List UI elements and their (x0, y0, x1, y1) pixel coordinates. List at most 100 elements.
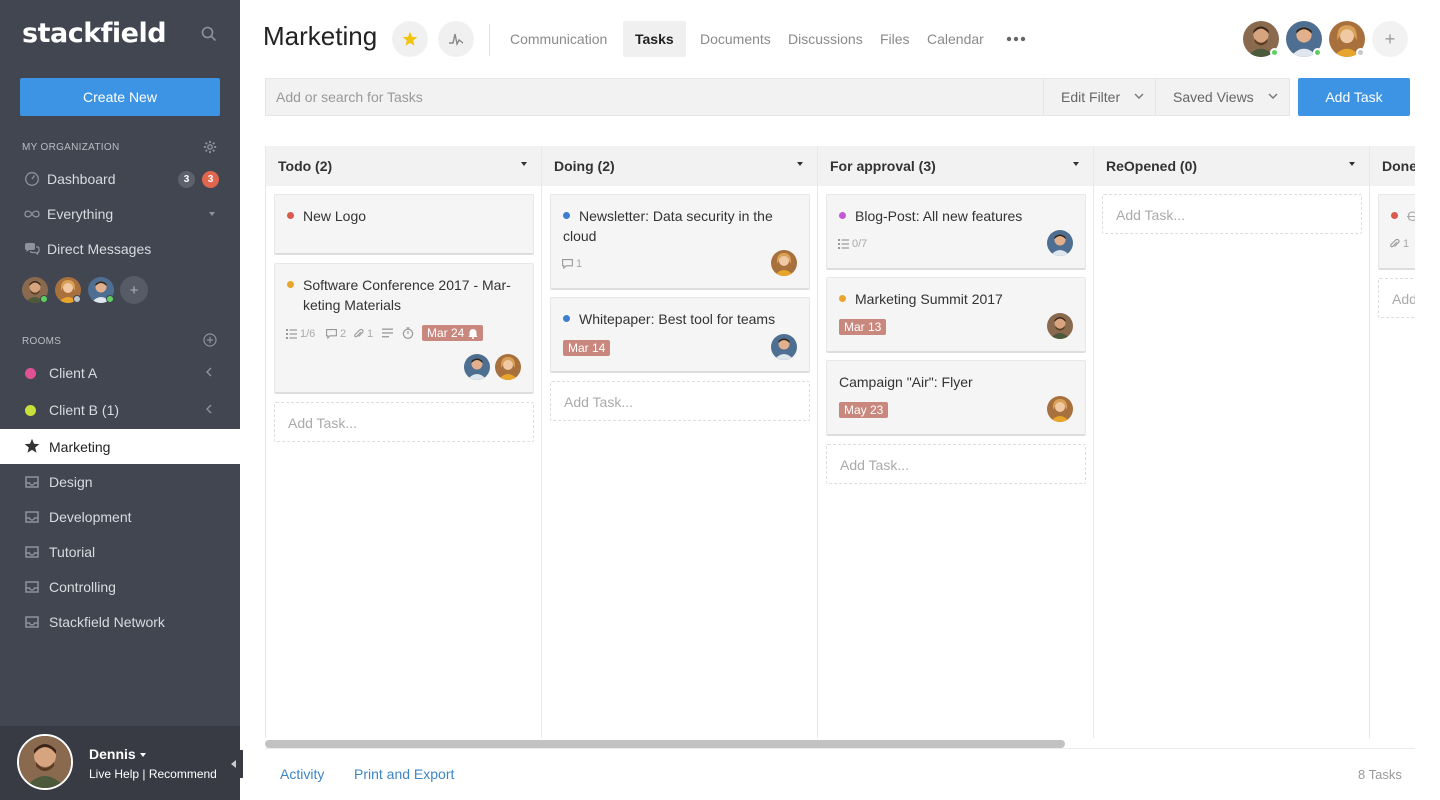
column-menu-icon[interactable] (1073, 162, 1079, 166)
task-card[interactable]: Software Conference 2017 - Mar-keting Ma… (274, 263, 534, 394)
comments-count: 1 (562, 258, 582, 270)
sidebar-item-development[interactable]: Development (0, 499, 240, 534)
sidebar-item-direct-messages[interactable]: Direct Messages (0, 231, 240, 266)
star-icon (402, 31, 418, 46)
add-task-slot[interactable]: Add Task... (826, 444, 1086, 484)
sidebar-item-stackfield-network[interactable]: Stackfield Network (0, 604, 240, 639)
inbox-icon (25, 511, 39, 523)
sidebar-item-dashboard[interactable]: Dashboard 3 3 (0, 161, 240, 196)
task-card[interactable]: Whitepaper: Best tool for teams Mar 14 (550, 297, 810, 373)
print-export-link[interactable]: Print and Export (354, 766, 454, 782)
comment-count: 2 (340, 328, 347, 340)
help-links[interactable]: Live Help | Recommend (89, 767, 217, 781)
sidebar-item-label: Stackfield Network (49, 614, 165, 630)
header-divider (489, 24, 490, 56)
assignee-avatar[interactable] (771, 250, 797, 276)
checklist-icon (286, 329, 297, 339)
tab-calendar[interactable]: Calendar (927, 21, 984, 57)
column-header: Done (1370, 146, 1415, 186)
sidebar-item-controlling[interactable]: Controlling (0, 569, 240, 604)
stopwatch-icon (402, 327, 414, 339)
column-menu-icon[interactable] (521, 162, 527, 166)
comments-count: 2 (326, 328, 346, 340)
activity-pulse-button[interactable] (438, 21, 474, 57)
task-card[interactable]: Newsletter: Data security in the cloud 1 (550, 194, 810, 290)
add-member-button[interactable]: + (1372, 21, 1408, 57)
task-title: New Logo (303, 208, 367, 224)
sidebar-item-everything[interactable]: Everything (0, 196, 240, 231)
board-column-doing: Doing (2) Newsletter: Data security in t… (542, 146, 818, 738)
add-room-icon[interactable] (203, 333, 217, 347)
task-card[interactable]: New Logo (274, 194, 534, 255)
add-member-button[interactable]: + (120, 276, 148, 304)
favorite-button[interactable] (392, 21, 428, 57)
add-task-slot[interactable]: Add (1378, 278, 1415, 318)
priority-dot (563, 315, 570, 322)
add-task-button[interactable]: Add Task (1298, 78, 1410, 116)
sidebar-item-tutorial[interactable]: Tutorial (0, 534, 240, 569)
assignee-avatar[interactable] (464, 354, 490, 380)
column-menu-icon[interactable] (1349, 162, 1355, 166)
column-menu-icon[interactable] (797, 162, 803, 166)
task-card[interactable]: Marketing Summit 2017 Mar 13 (826, 277, 1086, 353)
online-status-dot (106, 295, 114, 303)
add-task-slot[interactable]: Add Task... (274, 402, 534, 442)
tab-communication[interactable]: Communication (510, 21, 607, 57)
assignee-avatar[interactable] (1047, 396, 1073, 422)
priority-dot (839, 212, 846, 219)
sidebar-item-label: Design (49, 474, 93, 490)
tab-files[interactable]: Files (880, 21, 910, 57)
task-card[interactable]: Campaign "Air": Flyer May 23 (826, 360, 1086, 436)
user-avatar[interactable] (17, 734, 73, 790)
assignee-avatar[interactable] (495, 354, 521, 380)
saved-views-dropdown[interactable]: Saved Views (1155, 78, 1290, 116)
sidebar-item-client-a[interactable]: Client A (0, 355, 240, 392)
sidebar-item-client-b[interactable]: Client B (1) (0, 392, 240, 429)
sidebar-item-design[interactable]: Design (0, 464, 240, 499)
search-icon[interactable] (201, 26, 217, 42)
sidebar-item-label: Direct Messages (47, 241, 152, 257)
horizontal-scrollbar[interactable] (265, 740, 1065, 748)
comment-icon (326, 329, 337, 339)
add-task-slot[interactable]: Add Task... (1102, 194, 1362, 234)
column-header: Todo (2) (266, 146, 541, 186)
chevron-left-icon[interactable] (205, 404, 213, 414)
app-logo[interactable]: stackfield (22, 18, 167, 49)
activity-link[interactable]: Activity (280, 766, 324, 782)
attachment-count: 1 (1403, 238, 1410, 250)
tab-documents[interactable]: Documents (700, 21, 771, 57)
column-title: Done (1382, 158, 1415, 174)
edit-filter-label: Edit Filter (1061, 89, 1121, 105)
pulse-icon (449, 33, 464, 47)
chevron-left-icon[interactable] (205, 367, 213, 377)
sidebar-item-label: Controlling (49, 579, 116, 595)
checklist-progress: 1/6 (286, 328, 315, 340)
gear-icon[interactable] (203, 140, 217, 154)
board-column-for-approval: For approval (3) Blog-Post: All new feat… (818, 146, 1094, 738)
user-menu[interactable]: Dennis (89, 746, 146, 762)
assignee-avatar[interactable] (1047, 313, 1073, 339)
task-title: Software Conference 2017 - Mar-keting Ma… (303, 277, 511, 313)
more-options-icon[interactable] (1006, 35, 1026, 43)
tab-tasks[interactable]: Tasks (623, 21, 686, 57)
assignee-avatar[interactable] (1047, 230, 1073, 256)
tab-discussions[interactable]: Discussions (788, 21, 863, 57)
assignee-avatar[interactable] (771, 334, 797, 360)
add-task-slot[interactable]: Add Task... (550, 381, 810, 421)
due-date-badge: Mar 24 (422, 325, 484, 341)
inbox-icon (25, 476, 39, 488)
create-new-button[interactable]: Create New (20, 78, 220, 116)
due-date: May 23 (844, 403, 884, 417)
column-header: For approval (3) (818, 146, 1093, 186)
sidebar-item-marketing[interactable]: Marketing (0, 429, 240, 464)
task-card[interactable]: G 1 (1378, 194, 1415, 270)
rooms-section-label: ROOMS (22, 336, 62, 347)
priority-dot (1391, 212, 1398, 219)
room-color-dot (25, 368, 36, 379)
caret-down-icon[interactable] (209, 212, 215, 216)
edit-filter-dropdown[interactable]: Edit Filter (1043, 78, 1156, 116)
collapse-sidebar-button[interactable] (225, 750, 243, 778)
task-search-input[interactable] (265, 78, 1043, 116)
task-card[interactable]: Blog-Post: All new features 0/7 (826, 194, 1086, 270)
task-title: Marketing Summit 2017 (855, 291, 1003, 307)
